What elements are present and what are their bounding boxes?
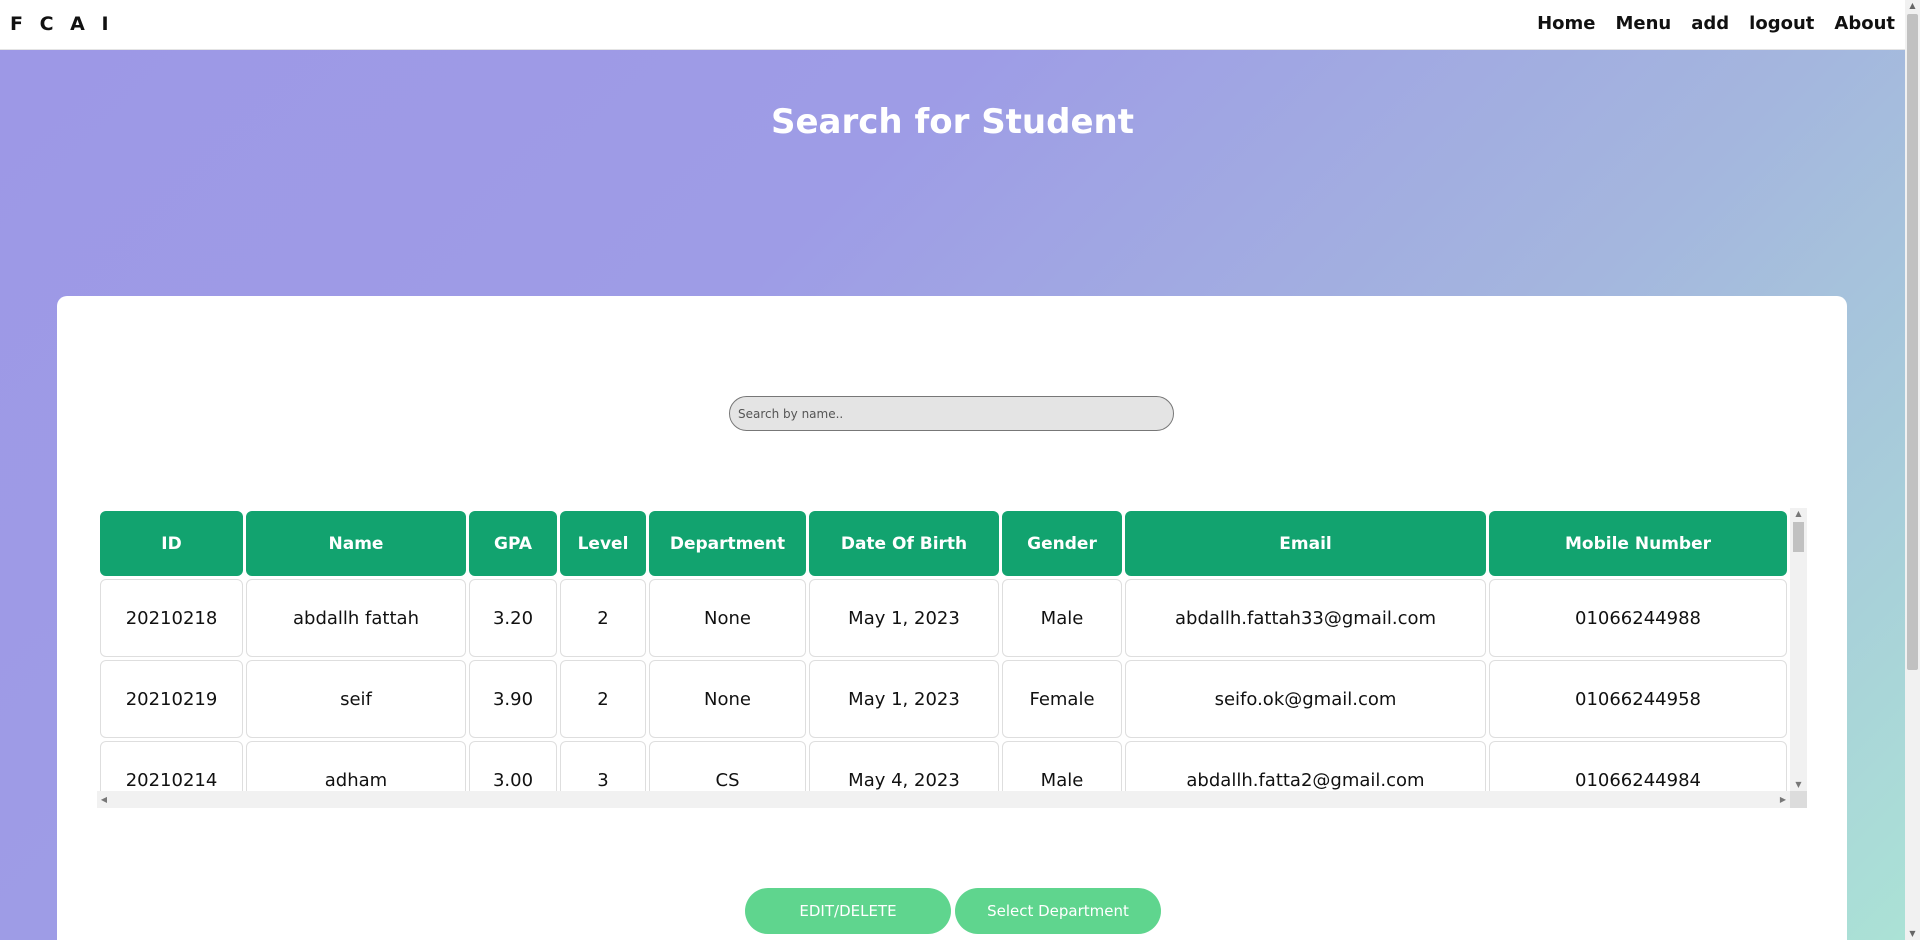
cell-department: None xyxy=(649,579,806,657)
search-card: ID Name GPA Level Department Date Of Bir… xyxy=(57,296,1847,940)
search-input[interactable] xyxy=(729,396,1174,431)
cell-id: 20210218 xyxy=(100,579,243,657)
site-logo[interactable]: F C A I xyxy=(10,13,114,35)
page-scroll-thumb[interactable] xyxy=(1907,14,1918,670)
cell-name: seif xyxy=(246,660,466,738)
table-horizontal-scrollbar[interactable]: ◀ ▶ xyxy=(97,791,1790,808)
edit-delete-button[interactable]: EDIT/DELETE xyxy=(745,888,951,934)
cell-date-of-birth: May 4, 2023 xyxy=(809,741,999,791)
cell-gpa: 3.00 xyxy=(469,741,557,791)
cell-gpa: 3.20 xyxy=(469,579,557,657)
table-row[interactable]: 20210218 abdallh fattah 3.20 2 None May … xyxy=(100,579,1787,657)
cell-mobile-number: 01066244984 xyxy=(1489,741,1787,791)
select-department-button[interactable]: Select Department xyxy=(955,888,1161,934)
page-scroll-down-arrow-icon[interactable]: ▼ xyxy=(1905,928,1920,940)
nav-menu-link[interactable]: Menu xyxy=(1616,13,1672,34)
cell-mobile-number: 01066244958 xyxy=(1489,660,1787,738)
page-scroll-up-arrow-icon[interactable]: ▲ xyxy=(1905,0,1920,12)
header-gender: Gender xyxy=(1002,511,1122,576)
table-row[interactable]: 20210219 seif 3.90 2 None May 1, 2023 Fe… xyxy=(100,660,1787,738)
cell-name: abdallh fattah xyxy=(246,579,466,657)
cell-level: 2 xyxy=(560,660,646,738)
table-header-row: ID Name GPA Level Department Date Of Bir… xyxy=(100,511,1787,576)
cell-gender: Male xyxy=(1002,579,1122,657)
header-email: Email xyxy=(1125,511,1486,576)
scrollbar-corner xyxy=(1790,791,1807,808)
header-name: Name xyxy=(246,511,466,576)
cell-email: seifo.ok@gmail.com xyxy=(1125,660,1486,738)
cell-gender: Female xyxy=(1002,660,1122,738)
nav-logout-link[interactable]: logout xyxy=(1749,13,1814,34)
cell-email: abdallh.fattah33@gmail.com xyxy=(1125,579,1486,657)
cell-level: 2 xyxy=(560,579,646,657)
cell-email: abdallh.fatta2@gmail.com xyxy=(1125,741,1486,791)
nav-home-link[interactable]: Home xyxy=(1537,13,1595,34)
top-navbar: F C A I Home Menu add logout About xyxy=(0,0,1905,50)
nav-about-link[interactable]: About xyxy=(1834,13,1895,34)
table-vertical-scroll-thumb[interactable] xyxy=(1793,522,1804,552)
cell-gpa: 3.90 xyxy=(469,660,557,738)
students-table: ID Name GPA Level Department Date Of Bir… xyxy=(97,508,1790,791)
nav-add-link[interactable]: add xyxy=(1691,13,1729,34)
cell-date-of-birth: May 1, 2023 xyxy=(809,579,999,657)
header-gpa: GPA xyxy=(469,511,557,576)
students-table-container: ID Name GPA Level Department Date Of Bir… xyxy=(97,508,1807,808)
scroll-left-arrow-icon[interactable]: ◀ xyxy=(97,791,111,808)
cell-date-of-birth: May 1, 2023 xyxy=(809,660,999,738)
cell-gender: Male xyxy=(1002,741,1122,791)
table-vertical-scrollbar[interactable]: ▲ ▼ xyxy=(1790,508,1807,791)
cell-department: None xyxy=(649,660,806,738)
header-level: Level xyxy=(560,511,646,576)
cell-id: 20210214 xyxy=(100,741,243,791)
students-table-viewport: ID Name GPA Level Department Date Of Bir… xyxy=(97,508,1790,791)
cell-department: CS xyxy=(649,741,806,791)
page-vertical-scrollbar[interactable]: ▲ ▼ xyxy=(1905,0,1920,940)
scroll-down-arrow-icon[interactable]: ▼ xyxy=(1790,779,1807,791)
header-id: ID xyxy=(100,511,243,576)
cell-name: adham xyxy=(246,741,466,791)
header-date-of-birth: Date Of Birth xyxy=(809,511,999,576)
cell-level: 3 xyxy=(560,741,646,791)
header-mobile-number: Mobile Number xyxy=(1489,511,1787,576)
table-row[interactable]: 20210214 adham 3.00 3 CS May 4, 2023 Mal… xyxy=(100,741,1787,791)
scroll-right-arrow-icon[interactable]: ▶ xyxy=(1776,791,1790,808)
page-title: Search for Student xyxy=(770,102,1134,142)
gradient-background: Search for Student ID Name GPA Level Dep… xyxy=(0,50,1905,940)
nav-links: Home Menu add logout About xyxy=(1517,13,1895,34)
cell-mobile-number: 01066244988 xyxy=(1489,579,1787,657)
header-department: Department xyxy=(649,511,806,576)
scroll-up-arrow-icon[interactable]: ▲ xyxy=(1790,508,1807,520)
cell-id: 20210219 xyxy=(100,660,243,738)
